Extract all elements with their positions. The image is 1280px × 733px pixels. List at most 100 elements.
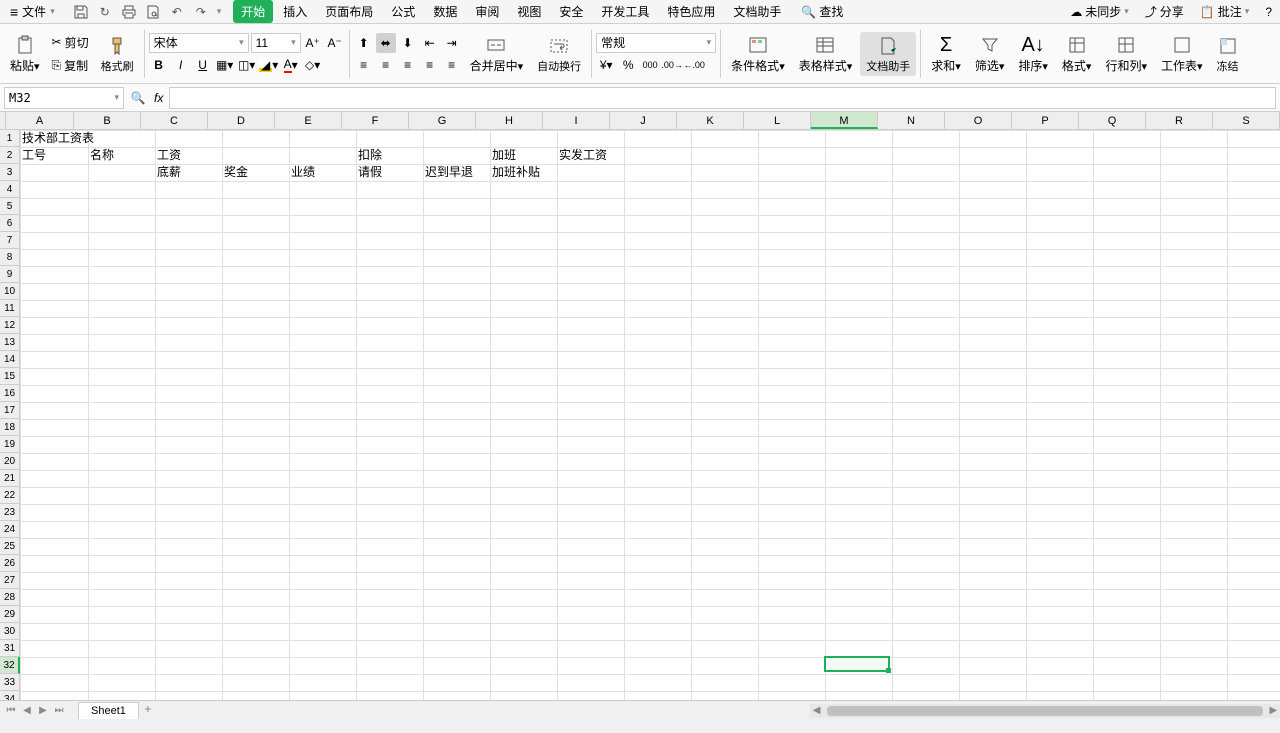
column-header[interactable]: S — [1213, 112, 1280, 129]
merge-center-button[interactable]: 合并居中▾ — [464, 31, 530, 76]
row-header[interactable]: 20 — [0, 453, 20, 470]
underline-button[interactable]: U — [193, 55, 213, 75]
table-style-button[interactable]: 表格样式▾ — [793, 31, 859, 76]
tab-data[interactable]: 数据 — [425, 0, 465, 23]
column-header[interactable]: M — [811, 112, 878, 129]
cut-button[interactable]: ✂剪切 — [48, 32, 93, 53]
row-header[interactable]: 6 — [0, 215, 20, 232]
add-sheet-button[interactable]: + — [139, 702, 157, 719]
align-bottom-button[interactable]: ⬇ — [398, 33, 418, 53]
zoom-formula-icon[interactable]: 🔍 — [128, 88, 148, 108]
scroll-left-icon[interactable]: ◀ — [810, 704, 823, 718]
first-sheet-button[interactable]: ⏮ — [4, 704, 18, 718]
cell[interactable]: 名称 — [88, 147, 155, 164]
cell[interactable]: 加班 — [490, 147, 557, 164]
row-header[interactable]: 10 — [0, 283, 20, 300]
column-header[interactable]: A — [6, 112, 74, 129]
prev-sheet-button[interactable]: ◀ — [20, 704, 34, 718]
align-left-button[interactable]: ≡ — [354, 55, 374, 75]
row-header[interactable]: 30 — [0, 623, 20, 640]
tab-start[interactable]: 开始 — [233, 0, 273, 23]
bold-button[interactable]: B — [149, 55, 169, 75]
font-color-button[interactable]: A▾ — [281, 55, 301, 75]
number-format-combo[interactable]: 常规▾ — [596, 33, 716, 53]
cell-style-button[interactable]: ◫▾ — [237, 55, 257, 75]
tab-formula[interactable]: 公式 — [383, 0, 423, 23]
row-header[interactable]: 14 — [0, 351, 20, 368]
row-header[interactable]: 29 — [0, 606, 20, 623]
row-header[interactable]: 16 — [0, 385, 20, 402]
format-button[interactable]: 格式▾ — [1056, 31, 1098, 76]
row-header[interactable]: 15 — [0, 368, 20, 385]
paste-button[interactable]: 粘贴▾ — [4, 31, 46, 76]
decrease-decimal-button[interactable]: ←.00 — [684, 55, 704, 75]
column-header[interactable]: R — [1146, 112, 1213, 129]
row-header[interactable]: 4 — [0, 181, 20, 198]
row-header[interactable]: 25 — [0, 538, 20, 555]
row-header[interactable]: 21 — [0, 470, 20, 487]
cell[interactable]: 扣除 — [356, 147, 423, 164]
column-header[interactable]: N — [878, 112, 945, 129]
fill-color-button[interactable]: ◢▾ — [259, 55, 279, 75]
sheet-button[interactable]: 工作表▾ — [1155, 31, 1209, 76]
row-header[interactable]: 23 — [0, 504, 20, 521]
row-header[interactable]: 5 — [0, 198, 20, 215]
column-header[interactable]: D — [208, 112, 275, 129]
row-header[interactable]: 33 — [0, 674, 20, 691]
comma-button[interactable]: 000 — [640, 55, 660, 75]
align-top-button[interactable]: ⬆ — [354, 33, 374, 53]
scroll-right-icon[interactable]: ▶ — [1267, 704, 1280, 718]
increase-font-button[interactable]: A⁺ — [303, 33, 323, 53]
cell[interactable]: 技术部工资表 — [20, 130, 88, 147]
row-header[interactable]: 9 — [0, 266, 20, 283]
tab-pagelayout[interactable]: 页面布局 — [317, 0, 381, 23]
cell[interactable]: 迟到早退 — [423, 164, 490, 181]
column-header[interactable]: H — [476, 112, 543, 129]
sort-button[interactable]: A↓ 排序▾ — [1012, 31, 1054, 76]
qat-more-icon[interactable]: ▾ — [217, 6, 222, 17]
row-header[interactable]: 8 — [0, 249, 20, 266]
name-box[interactable]: M32 ▾ — [4, 87, 124, 109]
align-center-button[interactable]: ≡ — [376, 55, 396, 75]
row-header[interactable]: 34 — [0, 691, 20, 700]
preview-icon[interactable] — [145, 4, 161, 20]
cell[interactable]: 请假 — [356, 164, 423, 181]
wrap-text-button[interactable]: 自动换行 — [531, 32, 587, 76]
row-header[interactable]: 19 — [0, 436, 20, 453]
fx-icon[interactable]: fx — [154, 91, 163, 105]
column-header[interactable]: I — [543, 112, 610, 129]
column-header[interactable]: K — [677, 112, 744, 129]
file-menu[interactable]: ≡ 文件 ▾ — [4, 0, 61, 23]
row-header[interactable]: 2 — [0, 147, 20, 164]
clear-button[interactable]: ◇▾ — [303, 55, 323, 75]
filter-button[interactable]: 筛选▾ — [969, 31, 1011, 76]
column-header[interactable]: F — [342, 112, 409, 129]
font-size-combo[interactable]: 11▾ — [251, 33, 301, 53]
currency-button[interactable]: ¥▾ — [596, 55, 616, 75]
formula-input[interactable] — [169, 87, 1276, 109]
decrease-indent-button[interactable]: ⇤ — [420, 33, 440, 53]
increase-indent-button[interactable]: ⇥ — [442, 33, 462, 53]
border-button[interactable]: ▦▾ — [215, 55, 235, 75]
tab-review[interactable]: 审阅 — [467, 0, 507, 23]
undo-icon[interactable]: ↶ — [169, 4, 185, 20]
comment-button[interactable]: 📋 批注 ▾ — [1196, 1, 1254, 22]
row-header[interactable]: 31 — [0, 640, 20, 657]
format-painter-button[interactable]: 格式刷 — [95, 32, 140, 76]
scrollbar-thumb[interactable] — [827, 706, 1262, 716]
align-right-button[interactable]: ≡ — [398, 55, 418, 75]
tab-devtools[interactable]: 开发工具 — [593, 0, 657, 23]
cell[interactable]: 底薪 — [155, 164, 222, 181]
row-header[interactable]: 28 — [0, 589, 20, 606]
tab-view[interactable]: 视图 — [509, 0, 549, 23]
row-header[interactable]: 3 — [0, 164, 20, 181]
copy-button[interactable]: ⎘复制 — [48, 55, 93, 76]
decrease-font-button[interactable]: A⁻ — [325, 33, 345, 53]
row-header[interactable]: 26 — [0, 555, 20, 572]
row-header[interactable]: 18 — [0, 419, 20, 436]
row-header[interactable]: 27 — [0, 572, 20, 589]
tab-security[interactable]: 安全 — [551, 0, 591, 23]
italic-button[interactable]: I — [171, 55, 191, 75]
cell[interactable]: 实发工资 — [557, 147, 624, 164]
row-header[interactable]: 22 — [0, 487, 20, 504]
